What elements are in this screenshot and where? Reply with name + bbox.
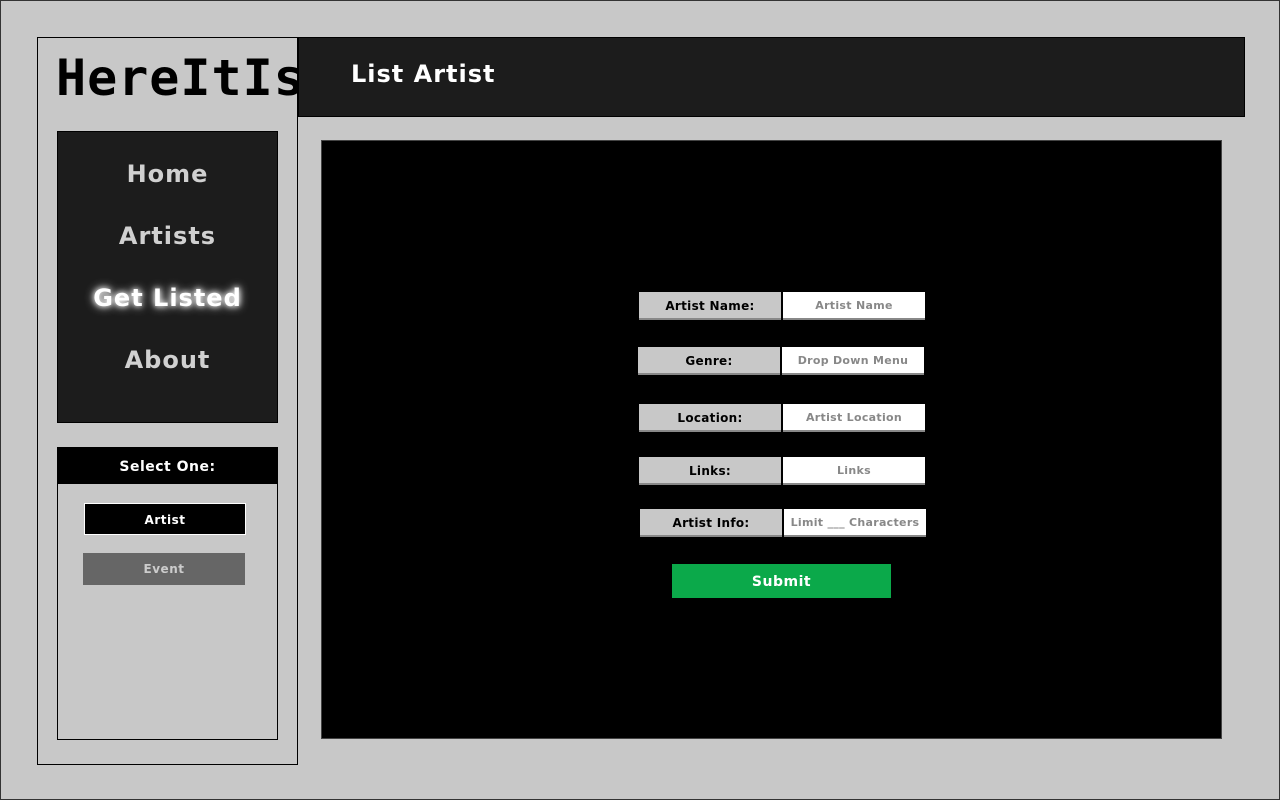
main-nav: Home Artists Get Listed About <box>57 131 278 423</box>
location-input[interactable] <box>783 404 925 432</box>
links-input[interactable] <box>783 457 925 485</box>
links-row: Links: <box>639 457 925 485</box>
genre-label: Genre: <box>638 347 780 375</box>
links-label: Links: <box>639 457 781 485</box>
genre-row: Genre: <box>638 347 924 375</box>
listing-type-selector: Select One: Artist Event <box>57 447 278 740</box>
artist-info-row: Artist Info: <box>640 509 926 537</box>
genre-dropdown[interactable] <box>782 347 924 375</box>
selector-header: Select One: <box>58 448 277 484</box>
sidebar: HereItIs Home Artists Get Listed About S… <box>37 37 304 765</box>
nav-item-artists[interactable]: Artists <box>58 222 277 250</box>
page-header: List Artist <box>298 37 1245 117</box>
submit-button[interactable]: Submit <box>672 564 891 598</box>
page-title: List Artist <box>351 60 496 88</box>
artist-name-label: Artist Name: <box>639 292 781 320</box>
artist-info-input[interactable] <box>784 509 926 537</box>
nav-item-get-listed[interactable]: Get Listed <box>58 284 277 312</box>
nav-item-home[interactable]: Home <box>58 160 277 188</box>
site-logo[interactable]: HereItIs <box>56 48 305 108</box>
artist-option-button[interactable]: Artist <box>84 503 246 535</box>
event-option-button[interactable]: Event <box>83 553 245 585</box>
nav-item-about[interactable]: About <box>58 346 277 374</box>
artist-name-input[interactable] <box>783 292 925 320</box>
artist-info-label: Artist Info: <box>640 509 782 537</box>
artist-name-row: Artist Name: <box>639 292 925 320</box>
location-row: Location: <box>639 404 925 432</box>
list-artist-form-panel: Artist Name: Genre: Location: Links: Art… <box>321 140 1222 739</box>
location-label: Location: <box>639 404 781 432</box>
